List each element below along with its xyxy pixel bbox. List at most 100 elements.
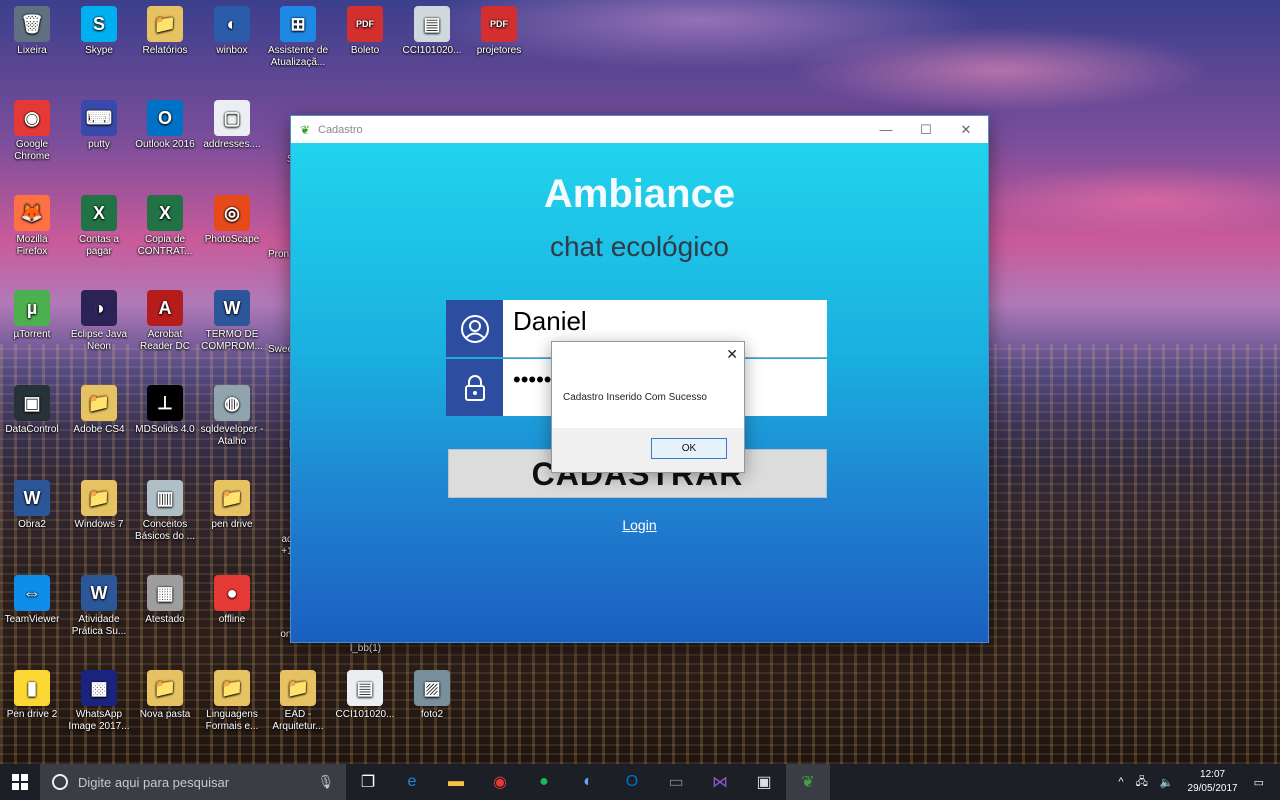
visual-studio-icon[interactable]: ⋈ [698, 764, 742, 800]
desktop-icon[interactable]: W Obra2 [0, 480, 64, 531]
user-icon [446, 300, 503, 357]
desktop-icon-glyph: µ [14, 290, 50, 326]
desktop-icon-partial-label[interactable]: Swee [268, 344, 293, 356]
desktop-icon-partial-label[interactable]: l_bb(1) [350, 643, 381, 655]
phone-icon[interactable]: ◐ [566, 764, 610, 800]
desktop-icon[interactable]: 📁 Linguagens Formais e... [200, 670, 264, 733]
desktop-icon[interactable]: ⊞ Assistente de Atualizaçã... [266, 6, 330, 69]
desktop-icon-label: Atestado [145, 614, 185, 625]
chevron-up-icon[interactable]: ^ [1118, 776, 1123, 788]
desktop-icon-label: Pen drive 2 [6, 709, 58, 720]
desktop-icon-glyph: 📁 [280, 670, 316, 706]
maximize-button[interactable]: ☐ [906, 116, 946, 143]
desktop-icon[interactable]: ⇔ TeamViewer [0, 575, 64, 626]
desktop-icon[interactable]: µ µTorrent [0, 290, 64, 341]
desktop-icon[interactable]: ▥ Conceitos Básicos do ... [133, 480, 197, 543]
desktop-icon-label: Boleto [350, 45, 380, 56]
desktop-icon[interactable]: 🗑 Lixeira [0, 6, 64, 57]
clock[interactable]: 12:07 29/05/2017 [1188, 768, 1238, 796]
taskbar-search[interactable]: Digite aqui para pesquisar 🎙 [40, 764, 346, 800]
desktop-icon[interactable]: O Outlook 2016 [133, 100, 197, 151]
desktop-icon[interactable]: ▢ addresses.... [200, 100, 264, 151]
desktop-icon[interactable]: ⊥ MDSolids 4.0 [133, 385, 197, 436]
desktop-icon[interactable]: ▦ Atestado [133, 575, 197, 626]
desktop-icon[interactable]: ▮ Pen drive 2 [0, 670, 64, 721]
desktop-icon-label: Relatórios [142, 45, 188, 56]
desktop-icon[interactable]: 🦊 Mozilla Firefox [0, 195, 64, 258]
leaf-icon: ❦ [300, 122, 311, 137]
volume-icon[interactable]: 🔈 [1160, 776, 1174, 789]
desktop-icon-label: Mozilla Firefox [16, 234, 48, 257]
desktop-icon[interactable]: PDF Boleto [333, 6, 397, 57]
file-explorer-icon[interactable]: ▬ [434, 764, 478, 800]
desktop-icon[interactable]: ▩ WhatsApp Image 2017... [67, 670, 131, 733]
system-tray: ^ 🖧 🔈 12:07 29/05/2017 ▭ [1112, 764, 1280, 800]
network-icon[interactable]: 🖧 [1136, 773, 1148, 792]
dialog-close-button[interactable]: ✕ [726, 346, 738, 363]
desktop-icon-label: Outlook 2016 [135, 139, 195, 150]
spotify-icon[interactable]: ● [522, 764, 566, 800]
desktop-icon-glyph: W [14, 480, 50, 516]
desktop-icon-glyph: ▮ [14, 670, 50, 706]
desktop-icon-glyph: ⊞ [280, 6, 316, 42]
desktop-icon[interactable]: 📁 Nova pasta [133, 670, 197, 721]
desktop-icon-label: Lixeira [17, 45, 47, 56]
desktop-icon[interactable]: ◍ sqldeveloper - Atalho [200, 385, 264, 448]
desktop-icon-label: EAD - Arquitetur... [272, 709, 324, 732]
success-dialog: ✕ Cadastro Inserido Com Sucesso OK [551, 341, 745, 473]
desktop-icon-label: Obra2 [18, 519, 46, 530]
window-app-icon[interactable]: ▣ [742, 764, 786, 800]
task-view-icon[interactable]: ❐ [346, 764, 390, 800]
cortana-icon [52, 774, 68, 790]
notification-icon[interactable]: ▭ [1254, 776, 1264, 789]
desktop-icon-label: Atividade Prática Su... [71, 614, 127, 637]
desktop-icon[interactable]: 📁 EAD - Arquitetur... [266, 670, 330, 733]
desktop-icon-label: Linguagens Formais e... [205, 709, 259, 732]
desktop-icon[interactable]: 📁 Relatórios [133, 6, 197, 57]
desktop-icon[interactable]: S Skype [67, 6, 131, 57]
desktop-icon[interactable]: A Acrobat Reader DC [133, 290, 197, 353]
close-button[interactable]: ✕ [946, 116, 986, 143]
microphone-icon[interactable]: 🎙 [317, 774, 334, 790]
desktop-icon[interactable]: ◎ PhotoScape [200, 195, 264, 246]
desktop-icon[interactable]: 📁 pen drive [200, 480, 264, 531]
desktop-icon[interactable]: ▤ CCI101020... [400, 6, 464, 57]
leaf-app-icon[interactable]: ❦ [786, 764, 830, 800]
desktop-icon[interactable]: ▨ foto2 [400, 670, 464, 721]
app-icon[interactable]: ▭ [654, 764, 698, 800]
desktop-icon[interactable]: 📁 Adobe CS4 [67, 385, 131, 436]
desktop-icon[interactable]: ◐ winbox [200, 6, 264, 57]
desktop-icon[interactable]: ▣ DataControl [0, 385, 64, 436]
chrome-icon[interactable]: ◉ [478, 764, 522, 800]
desktop-icon-glyph: ⇔ [14, 575, 50, 611]
desktop-icon-partial-label[interactable]: Pron [268, 249, 289, 261]
desktop-icon-glyph: 📁 [214, 480, 250, 516]
clock-time: 12:07 [1200, 769, 1226, 780]
dialog-message: Cadastro Inserido Com Sucesso [563, 392, 707, 403]
desktop-icon[interactable]: ▤ CCI101020... [333, 670, 397, 721]
desktop-icon-label: projetores [476, 45, 522, 56]
window-titlebar[interactable]: ❦ Cadastro — ☐ ✕ [291, 116, 988, 143]
desktop-icon[interactable]: 📁 Windows 7 [67, 480, 131, 531]
desktop-icon-glyph: 🦊 [14, 195, 50, 231]
desktop-icon[interactable]: X Copia de CONTRAT... [133, 195, 197, 258]
desktop-icon[interactable]: PDF projetores [467, 6, 531, 57]
desktop-icon-glyph: ▥ [147, 480, 183, 516]
desktop-icon[interactable]: W Atividade Prática Su... [67, 575, 131, 638]
edge-icon[interactable]: e [390, 764, 434, 800]
desktop-icon[interactable]: ◑ Eclipse Java Neon [67, 290, 131, 353]
ok-button[interactable]: OK [651, 438, 727, 459]
desktop-icon-glyph: ◑ [81, 290, 117, 326]
desktop-icon-label: Contas a pagar [78, 234, 120, 257]
minimize-button[interactable]: — [866, 116, 906, 143]
desktop-icon-glyph: ◐ [214, 6, 250, 42]
clock-date: 29/05/2017 [1187, 783, 1238, 794]
desktop-icon[interactable]: ⌨ putty [67, 100, 131, 151]
desktop-icon[interactable]: X Contas a pagar [67, 195, 131, 258]
outlook-icon[interactable]: O [610, 764, 654, 800]
start-button[interactable] [0, 764, 40, 800]
desktop-icon[interactable]: ◉ Google Chrome [0, 100, 64, 163]
desktop-icon[interactable]: W TERMO DE COMPROM... [200, 290, 264, 353]
login-link[interactable]: Login [291, 517, 988, 533]
desktop-icon[interactable]: ● offline [200, 575, 264, 626]
